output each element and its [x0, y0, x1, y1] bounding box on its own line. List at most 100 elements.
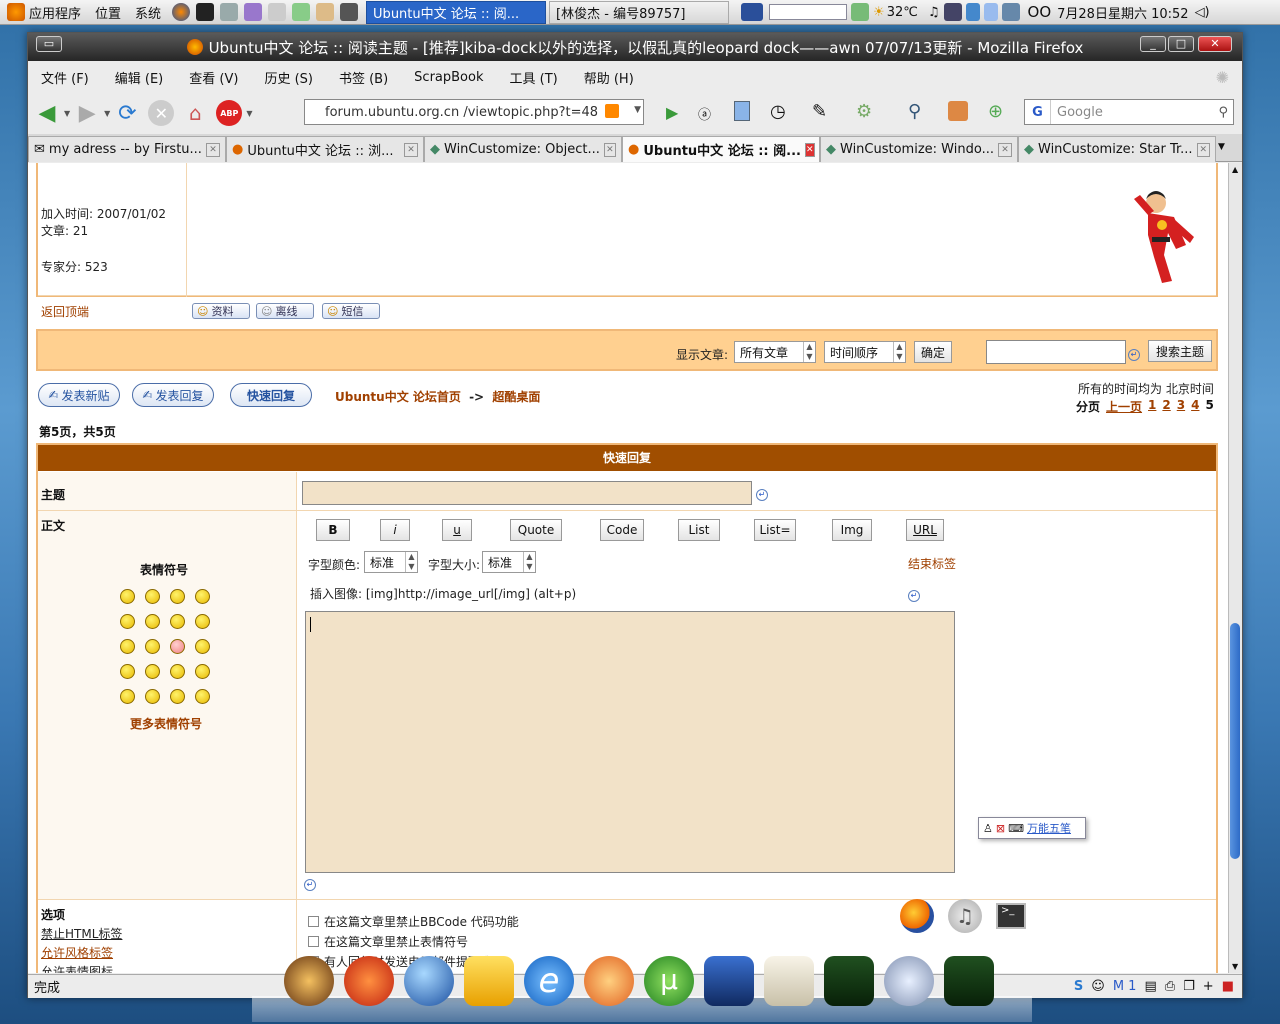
scroll-down-icon[interactable]: ▼: [1232, 962, 1238, 971]
reply-button[interactable]: ✍ 发表回复: [132, 383, 214, 407]
tab-ubuntu-read[interactable]: ● Ubuntu中文 论坛 :: 阅... ✕: [622, 136, 820, 162]
tab-wincustomize-object[interactable]: ◆ WinCustomize: Object... ✕: [424, 136, 622, 162]
dock-ie-icon[interactable]: e: [524, 956, 574, 1006]
red-status-icon[interactable]: ■: [1222, 979, 1234, 994]
wireless-launcher-icon[interactable]: [340, 3, 359, 21]
sound-icon[interactable]: ◁): [1195, 5, 1210, 20]
search-topic-button[interactable]: 搜索主题: [1148, 340, 1212, 362]
forward-dropdown-icon[interactable]: ▼: [104, 109, 110, 118]
copy-icon[interactable]: ❐: [1183, 979, 1195, 994]
menu-tools[interactable]: 工具 (T): [497, 68, 571, 87]
clock-toolbar-icon[interactable]: ◷: [770, 101, 786, 122]
tab-list-dropdown-icon[interactable]: ▼: [1218, 142, 1225, 161]
smiley-icon[interactable]: [145, 664, 160, 679]
bbcode-url-button[interactable]: URL: [906, 519, 944, 541]
menu-history[interactable]: 历史 (S): [251, 68, 326, 87]
dock-document-icon[interactable]: [764, 956, 814, 1006]
hint-helper-icon[interactable]: ↵: [908, 590, 920, 602]
pagination-page-3[interactable]: 3: [1177, 398, 1185, 415]
menu-bookmarks[interactable]: 书签 (B): [326, 68, 401, 87]
disable-smilies-checkbox[interactable]: [308, 936, 319, 947]
google-engine-icon[interactable]: G: [1025, 100, 1051, 124]
maximize-button[interactable]: □: [1168, 36, 1194, 52]
tab-close-icon[interactable]: ✕: [804, 142, 815, 157]
plus-icon[interactable]: +: [1203, 979, 1214, 994]
menu-help[interactable]: 帮助 (H): [571, 68, 647, 87]
input-helper-icon[interactable]: ↵: [1128, 349, 1140, 361]
dock-hand-icon[interactable]: [584, 956, 634, 1006]
dock-music-icon[interactable]: [884, 956, 934, 1006]
bbcode-bold-button[interactable]: B: [316, 519, 350, 541]
smiley-icon[interactable]: [145, 614, 160, 629]
monitor-icon[interactable]: [943, 3, 962, 21]
textarea-helper-icon[interactable]: ↵: [304, 879, 316, 891]
rss-icon[interactable]: [605, 104, 619, 118]
tab-ubuntu-browse[interactable]: ● Ubuntu中文 论坛 :: 浏... ✕: [226, 136, 424, 162]
message-textarea[interactable]: [305, 611, 955, 873]
tab-close-icon[interactable]: ✕: [998, 142, 1012, 157]
smiley-icon[interactable]: [145, 689, 160, 704]
filter-ok-button[interactable]: 确定: [914, 341, 952, 363]
bbcode-code-button[interactable]: Code: [600, 519, 644, 541]
filter-order-select[interactable]: 时间顺序 ▲ ▼: [824, 341, 906, 363]
smiley-icon[interactable]: [170, 614, 185, 629]
pagination-prev[interactable]: 上一页: [1106, 398, 1142, 415]
tab-close-icon[interactable]: ✕: [206, 142, 220, 157]
offline-button[interactable]: ☺ 离线: [256, 303, 314, 319]
places-menu[interactable]: 位置: [88, 3, 128, 22]
print-icon[interactable]: ⎙: [1165, 979, 1175, 994]
scrollbar-thumb[interactable]: [1230, 623, 1240, 859]
fire-toolbar-icon[interactable]: [948, 101, 968, 121]
dock-system-monitor-icon[interactable]: [944, 956, 994, 1006]
smiley-icon[interactable]: [120, 614, 135, 629]
font-size-select[interactable]: 标准 ▲ ▼: [482, 551, 536, 573]
url-dropdown-icon[interactable]: ▼: [634, 105, 641, 115]
addon-toolbar-icon[interactable]: ⊕: [988, 101, 1003, 122]
dock-files-icon[interactable]: [464, 956, 514, 1006]
smiley-icon[interactable]: [195, 589, 210, 604]
close-button[interactable]: ✕: [1198, 36, 1232, 52]
adblock-dropdown-icon[interactable]: ▼: [246, 109, 252, 118]
pm-button[interactable]: ☺ 短信: [322, 303, 380, 319]
task-firefox[interactable]: Ubuntu中文 论坛 :: 阅...: [366, 0, 547, 24]
tool-launcher-icon[interactable]: [220, 3, 239, 21]
home-button[interactable]: ⌂: [182, 100, 208, 126]
smiley-icon[interactable]: [120, 664, 135, 679]
app-launcher-icon[interactable]: [244, 3, 263, 21]
workspace-switcher-icon[interactable]: [741, 3, 764, 21]
user-icon[interactable]: OO: [1028, 3, 1052, 21]
dock-utorrent-icon[interactable]: µ: [644, 956, 694, 1006]
pagination-page-2[interactable]: 2: [1162, 398, 1170, 415]
smiley-icon[interactable]: [195, 639, 210, 654]
pencil-launcher-icon[interactable]: [316, 3, 335, 21]
url-bar[interactable]: forum.ubuntu.org.cn /viewtopic.php?t=48 …: [304, 99, 644, 125]
tab-wincustomize-windo[interactable]: ◆ WinCustomize: Windo... ✕: [820, 136, 1018, 162]
options-bbcode-text[interactable]: 允许风格标签: [41, 946, 113, 960]
menu-edit[interactable]: 编辑 (E): [102, 68, 177, 87]
gmail-icon[interactable]: M 1: [1113, 979, 1137, 994]
clock[interactable]: 7月28日星期六 10:52: [1057, 3, 1188, 22]
ime-toolbar[interactable]: ♙ ⊠ ⌨ 万能五笔: [978, 817, 1086, 839]
adblock-button[interactable]: ABP: [216, 100, 243, 126]
profile-button[interactable]: ☺ 资料: [192, 303, 250, 319]
bbcode-underline-button[interactable]: u: [442, 519, 472, 541]
toolbar-icon-1[interactable]: ⓐ: [698, 104, 711, 123]
task-music[interactable]: [林俊杰 - 编号89757]: [549, 0, 730, 24]
skype-icon[interactable]: S: [1074, 979, 1083, 994]
music-note-icon[interactable]: ♫: [928, 5, 940, 20]
bbcode-quote-button[interactable]: Quote: [510, 519, 562, 541]
back-dropdown-icon[interactable]: ▼: [64, 109, 70, 118]
tab-close-icon[interactable]: ✕: [404, 142, 418, 157]
smiley-icon[interactable]: [195, 664, 210, 679]
bbcode-list-ordered-button[interactable]: List=: [754, 519, 796, 541]
close-tags-link[interactable]: 结束标签: [908, 555, 956, 572]
dock-earth-icon[interactable]: [404, 956, 454, 1006]
dock-video-icon[interactable]: [704, 956, 754, 1006]
mail-icon[interactable]: [983, 3, 998, 21]
scroll-up-icon[interactable]: ▲: [1232, 165, 1238, 174]
disable-bbcode-checkbox[interactable]: [308, 916, 319, 927]
toolbar-icon-2[interactable]: [734, 101, 750, 121]
firefox-launcher-icon[interactable]: [172, 3, 191, 21]
quick-reply-button[interactable]: 快速回复: [230, 383, 312, 407]
tab-close-icon[interactable]: ✕: [1196, 142, 1210, 157]
